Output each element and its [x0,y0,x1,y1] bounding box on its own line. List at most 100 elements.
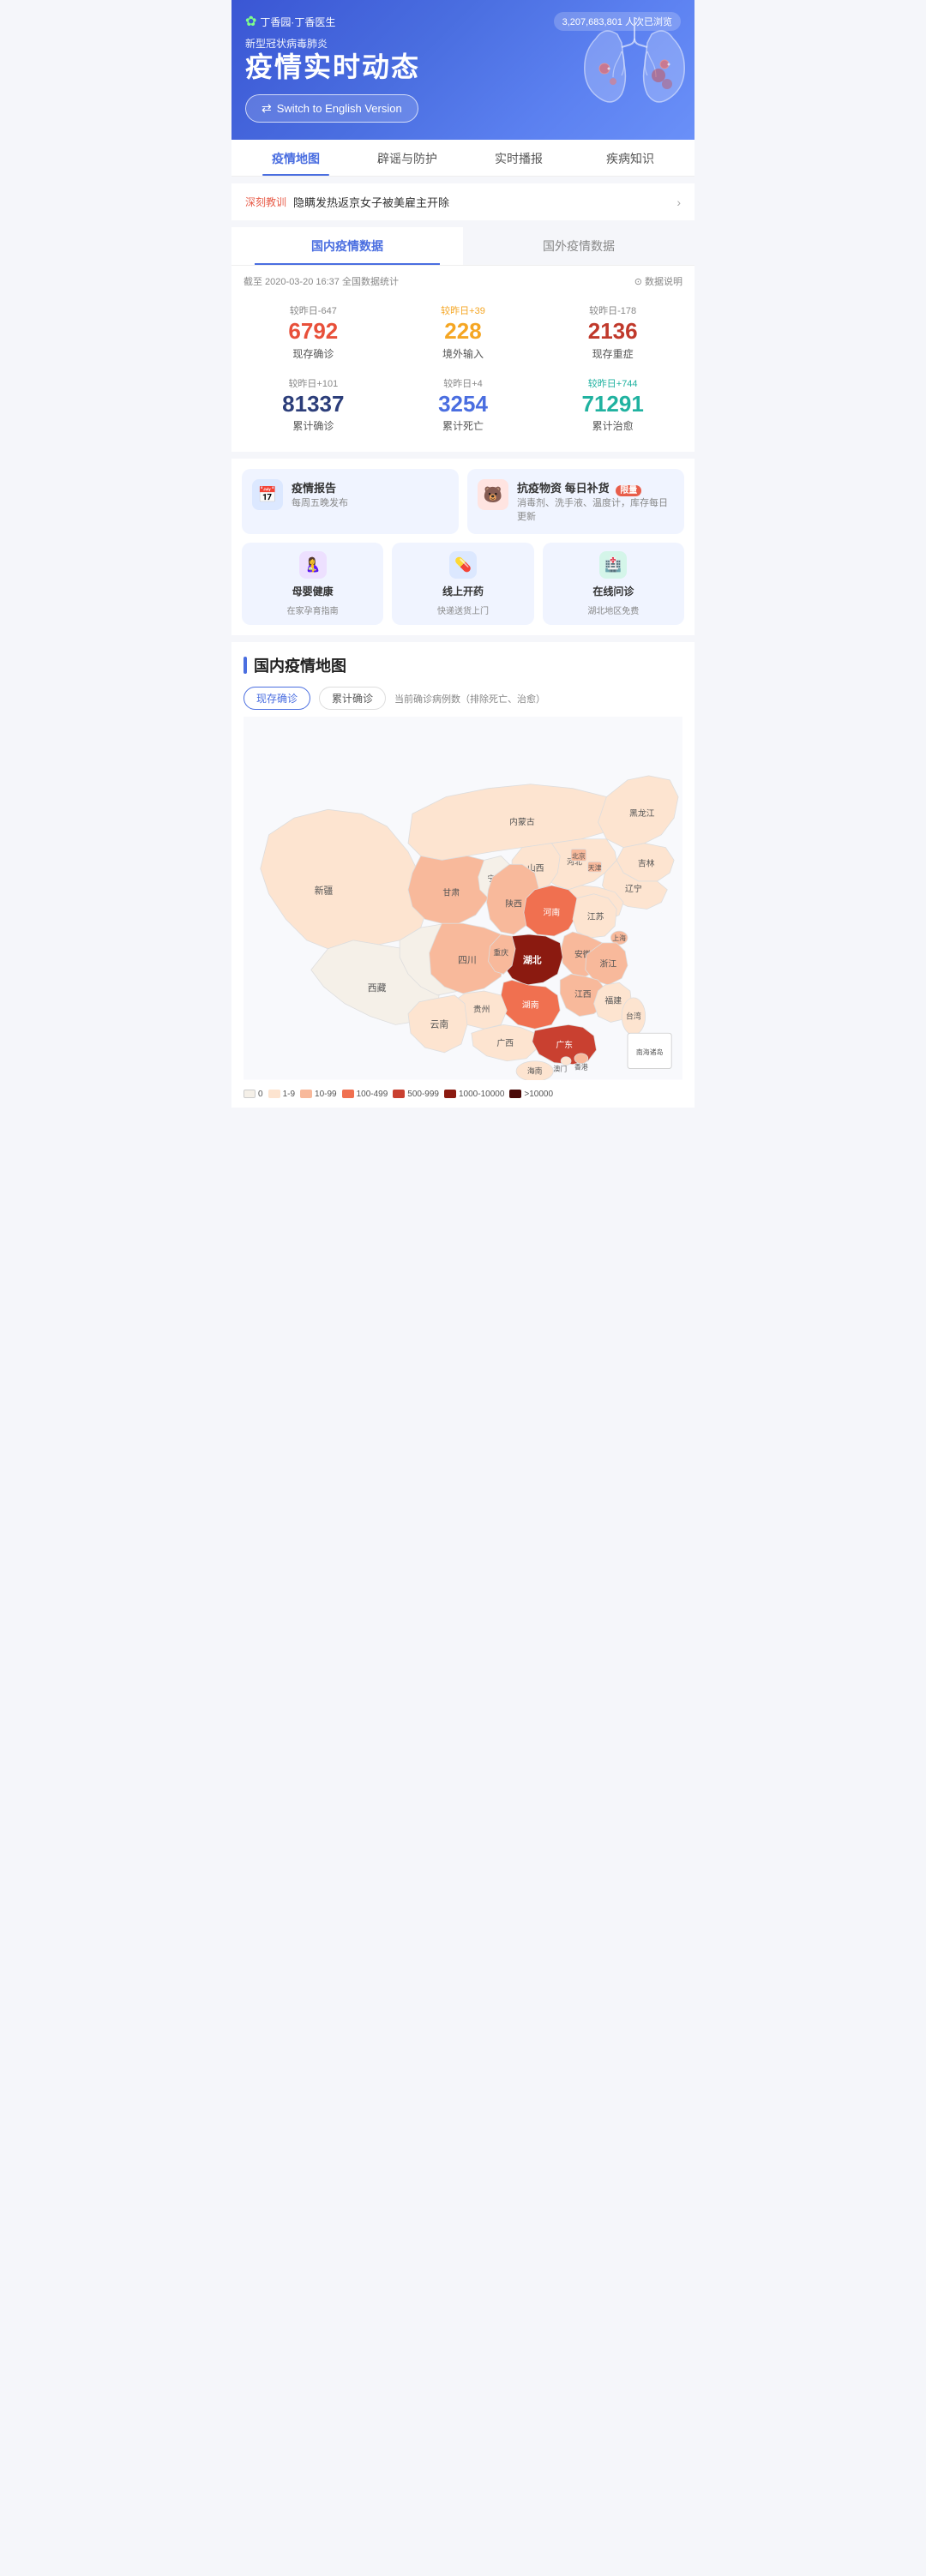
stat-label-1: 境外输入 [397,346,530,361]
svg-text:四川: 四川 [458,956,477,966]
service-card-supplies[interactable]: 🐻 抗疫物资 每日补货 限量 消毒剂、洗手液、温度计，库存每日更新 [467,469,684,534]
filter-btn-cumulative[interactable]: 累计确诊 [319,687,386,710]
data-section: 国内疫情数据 国外疫情数据 截至 2020-03-20 16:37 全国数据统计… [232,227,694,452]
province-macao [561,1057,571,1066]
stat-value-3: 81337 [247,392,380,417]
stat-label-0: 现存确诊 [247,346,380,361]
china-map-container: 新疆 西藏 青海 内蒙古 甘肃 宁夏 黑龙江 吉林 辽宁 [244,717,682,1082]
legend-box-4 [393,1090,405,1098]
legend-item-3: 100-499 [342,1090,388,1099]
stat-value-0: 6792 [247,319,380,344]
supplies-icon: 🐻 [478,479,508,510]
service-sub-medicine: 快递送货上门 [437,603,489,616]
tab-rumor-prevention[interactable]: 辟谣与防护 [352,140,463,176]
svg-text:云南: 云南 [430,1019,449,1030]
news-text: 隐瞒发热返京女子被美雇主开除 [293,194,670,210]
service-title-medicine: 线上开药 [442,584,484,598]
stat-label-2: 现存重症 [546,346,679,361]
stat-value-1: 228 [397,319,530,344]
service-grid-bottom: 🤱 母婴健康 在家孕育指南 💊 线上开药 快递送货上门 🏥 在线问诊 湖北地区免… [242,543,684,625]
legend-item-6: >10000 [509,1090,553,1099]
service-badge-supplies: 限量 [616,485,641,496]
legend-box-6 [509,1090,521,1098]
data-tabs: 国内疫情数据 国外疫情数据 [232,227,694,266]
tab-disease-knowledge[interactable]: 疾病知识 [574,140,686,176]
stat-card-total-recovered: 较昨日+744 71291 累计治愈 [538,369,688,442]
map-legend: 0 1-9 10-99 100-499 500-999 1000-10000 >… [244,1083,682,1099]
map-title: 国内疫情地图 [254,654,346,676]
stat-value-5: 71291 [546,392,679,417]
service-sub-report: 每周五晚发布 [292,497,448,510]
stat-delta-5: 较昨日+744 [546,376,679,390]
legend-item-1: 1-9 [268,1090,295,1099]
tab-live-broadcast[interactable]: 实时播报 [463,140,574,176]
tab-domestic-data[interactable]: 国内疫情数据 [232,227,463,265]
switch-language-button[interactable]: ⇄ Switch to English Version [245,94,418,123]
medicine-icon: 💊 [449,551,477,579]
svg-text:浙江: 浙江 [600,959,617,970]
consultation-icon: 🏥 [599,551,627,579]
map-filter: 现存确诊 累计确诊 当前确诊病例数（排除死亡、治愈） [244,687,682,710]
service-grid-top: 📅 疫情报告 每周五晚发布 🐻 抗疫物资 每日补货 限量 消毒剂、洗手液、温度计… [242,469,684,534]
service-section: 📅 疫情报告 每周五晚发布 🐻 抗疫物资 每日补货 限量 消毒剂、洗手液、温度计… [232,459,694,635]
svg-text:吉林: 吉林 [638,857,655,868]
svg-text:广西: 广西 [496,1038,514,1048]
svg-text:湖南: 湖南 [522,1000,539,1011]
lungs-decoration [566,9,694,129]
stat-value-4: 3254 [397,392,530,417]
map-title-bar [244,657,247,674]
service-card-consultation[interactable]: 🏥 在线问诊 湖北地区免费 [543,543,684,625]
service-sub-consultation: 湖北地区免费 [587,603,639,616]
legend-item-2: 10-99 [300,1090,337,1099]
data-timestamp: 截至 2020-03-20 16:37 全国数据统计 [244,274,399,288]
svg-text:北京: 北京 [572,852,586,861]
switch-icon: ⇄ [262,101,272,116]
svg-text:台湾: 台湾 [626,1012,641,1021]
service-sub-maternal: 在家孕育指南 [287,603,339,616]
service-card-maternal[interactable]: 🤱 母婴健康 在家孕育指南 [242,543,383,625]
service-sub-supplies: 消毒剂、洗手液、温度计，库存每日更新 [517,497,674,524]
tab-overseas-data[interactable]: 国外疫情数据 [463,227,694,265]
legend-box-0 [244,1090,256,1098]
svg-text:澳门: 澳门 [553,1065,567,1073]
data-header: 截至 2020-03-20 16:37 全国数据统计 ⊙ 数据说明 [232,266,694,297]
svg-text:陕西: 陕西 [505,898,522,910]
map-section: 国内疫情地图 现存确诊 累计确诊 当前确诊病例数（排除死亡、治愈） 新疆 西藏 … [232,642,694,1107]
service-title-maternal: 母婴健康 [292,584,334,598]
legend-item-5: 1000-10000 [444,1090,504,1099]
svg-text:贵州: 贵州 [473,1004,490,1015]
svg-text:天津: 天津 [588,863,602,872]
filter-btn-current[interactable]: 现存确诊 [244,687,310,710]
stat-delta-2: 较昨日-178 [546,303,679,317]
svg-text:黑龙江: 黑龙江 [629,808,655,819]
legend-item-4: 500-999 [393,1090,439,1099]
svg-text:甘肃: 甘肃 [442,887,460,898]
nav-tabs: 疫情地图 辟谣与防护 实时播报 疾病知识 [232,140,694,177]
news-banner[interactable]: 深刻教训 隐瞒发热返京女子被美雇主开除 › [232,183,694,220]
tab-epidemic-map[interactable]: 疫情地图 [240,140,352,176]
service-card-report[interactable]: 📅 疫情报告 每周五晚发布 [242,469,459,534]
svg-text:河南: 河南 [544,907,561,918]
logo: ✿ 丁香园·丁香医生 [245,13,335,30]
data-grid: 较昨日-647 6792 现存确诊 较昨日+39 228 境外输入 较昨日-17… [232,297,694,452]
stat-delta-4: 较昨日+4 [397,376,530,390]
svg-text:湖北: 湖北 [523,954,542,966]
service-title-supplies: 抗疫物资 每日补货 限量 [517,479,674,495]
svg-text:南海诸岛: 南海诸岛 [636,1048,664,1056]
svg-text:新疆: 新疆 [315,885,334,897]
svg-text:西藏: 西藏 [368,982,387,994]
stat-card-current-confirmed: 较昨日-647 6792 现存确诊 [238,297,388,369]
legend-box-1 [268,1090,280,1098]
stat-label-4: 累计死亡 [397,418,530,433]
news-arrow-icon: › [676,195,681,209]
stat-delta-0: 较昨日-647 [247,303,380,317]
data-info[interactable]: ⊙ 数据说明 [634,274,682,288]
stat-label-3: 累计确诊 [247,418,380,433]
stat-card-total-deaths: 较昨日+4 3254 累计死亡 [388,369,538,442]
service-title-consultation: 在线问诊 [592,584,634,598]
stat-value-2: 2136 [546,319,679,344]
news-tag: 深刻教训 [245,195,286,209]
svg-text:江西: 江西 [574,989,592,1000]
stat-label-5: 累计治愈 [546,418,679,433]
service-card-medicine[interactable]: 💊 线上开药 快递送货上门 [392,543,533,625]
